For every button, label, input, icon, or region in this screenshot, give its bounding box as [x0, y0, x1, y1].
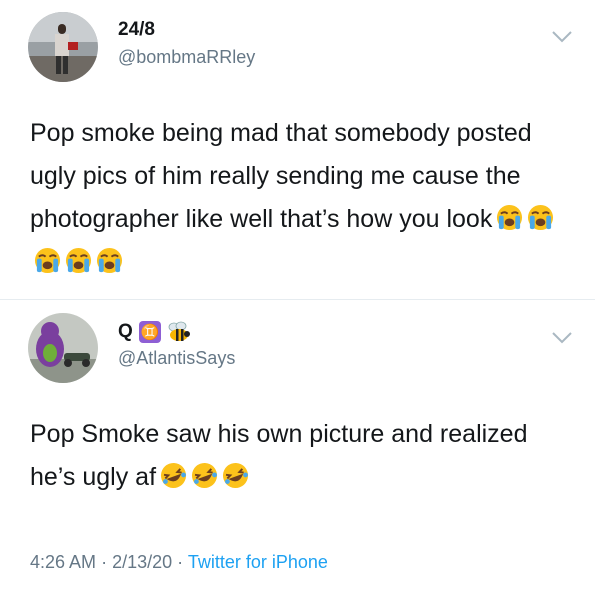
laughing-face-icon — [222, 462, 249, 489]
laughing-face-icon — [160, 462, 187, 489]
avatar[interactable] — [28, 12, 98, 82]
avatar[interactable] — [28, 313, 98, 383]
chevron-down-icon[interactable] — [551, 30, 573, 44]
crying-face-icon — [34, 247, 61, 274]
crying-face-icon — [65, 247, 92, 274]
chevron-down-icon[interactable] — [551, 331, 573, 345]
display-name[interactable]: 24/8 — [118, 19, 155, 41]
crying-face-icon — [528, 204, 554, 231]
user-handle[interactable]: @AtlantisSays — [118, 348, 235, 369]
bee-icon — [168, 321, 190, 341]
tweet-date[interactable]: 2/13/20 — [112, 552, 172, 572]
divider — [0, 299, 595, 300]
gemini-symbol-icon: ♊ — [138, 321, 161, 343]
tweet-metadata: 4:26 AM · 2/13/20 · Twitter for iPhone — [30, 552, 328, 573]
laughing-face-icon — [191, 462, 218, 489]
tweet-1: 24/8 @bombmaRRley Pop smoke being mad th… — [0, 0, 595, 300]
tweet-2: Q ♊ @AtlantisSays Pop Smoke saw his own … — [0, 301, 595, 595]
user-handle[interactable]: @bombmaRRley — [118, 47, 255, 68]
crying-face-icon — [96, 247, 123, 274]
tweet-time[interactable]: 4:26 AM — [30, 552, 96, 572]
tweet-text: Pop Smoke saw his own picture and realiz… — [30, 420, 528, 491]
tweet-source-link[interactable]: Twitter for iPhone — [188, 552, 328, 572]
tweet-text: Pop smoke being mad that somebody posted… — [30, 112, 570, 284]
display-name[interactable]: Q ♊ — [118, 321, 191, 343]
separator: · — [177, 552, 184, 572]
crying-face-icon — [497, 204, 523, 231]
separator: · — [101, 552, 108, 572]
